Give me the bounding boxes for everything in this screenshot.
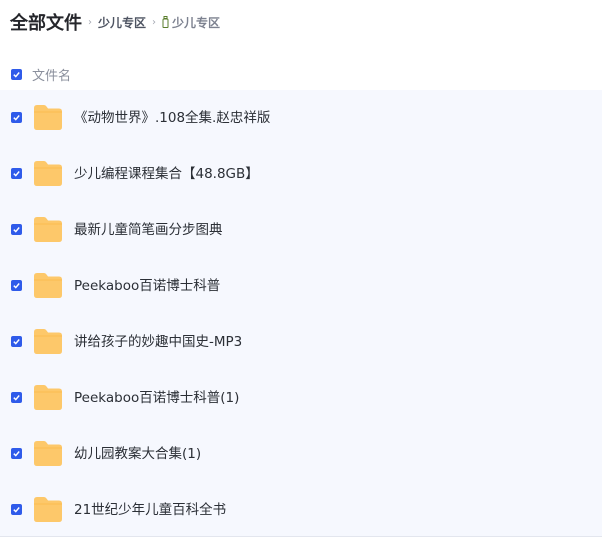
list-item[interactable]: 少儿编程课程集合【48.8GB】 [0,146,602,202]
folder-icon [34,329,62,354]
checkmark-icon [13,339,20,345]
file-name[interactable]: 《动物世界》.108全集.赵忠祥版 [74,90,270,146]
list-item[interactable]: Peekaboo百诺博士科普(1) [0,370,602,426]
row-checkbox[interactable] [11,504,22,515]
row-checkbox[interactable] [11,168,22,179]
list-item[interactable]: 21世纪少年儿童百科全书 [0,482,602,538]
checkmark-icon [13,507,20,513]
row-checkbox[interactable] [11,112,22,123]
file-name[interactable]: 21世纪少年儿童百科全书 [74,482,226,538]
file-name[interactable]: Peekaboo百诺博士科普(1) [74,370,239,426]
checkmark-icon [13,283,20,289]
folder-icon [34,385,62,410]
row-checkbox[interactable] [11,224,22,235]
breadcrumb-current-label: 少儿专区 [172,15,221,30]
checkmark-icon [13,395,20,401]
file-list: 《动物世界》.108全集.赵忠祥版 少儿编程课程集合【48.8GB】 最新儿童简… [0,90,602,537]
checkmark-icon [13,115,20,121]
breadcrumb-root-all-files[interactable]: 全部文件 [10,9,82,35]
file-name[interactable]: 最新儿童简笔画分步图典 [74,202,223,258]
checkmark-icon [13,71,20,78]
breadcrumb-parent[interactable]: 少儿专区 [98,14,146,31]
folder-icon [34,105,62,130]
folder-icon [34,273,62,298]
breadcrumb: 全部文件 › 少儿专区 › 少儿专区 [10,0,220,44]
row-checkbox[interactable] [11,392,22,403]
row-checkbox[interactable] [11,336,22,347]
row-checkbox[interactable] [11,448,22,459]
list-item[interactable]: 《动物世界》.108全集.赵忠祥版 [0,90,602,146]
folder-icon [34,441,62,466]
list-item[interactable]: 讲给孩子的妙趣中国史-MP3 [0,314,602,370]
list-header: 文件名 [0,60,602,88]
folder-icon [34,217,62,242]
checkmark-icon [13,171,20,177]
column-header-filename[interactable]: 文件名 [32,65,71,84]
folder-icon [34,497,62,522]
breadcrumb-separator-icon: › [152,16,157,28]
file-name[interactable]: Peekaboo百诺博士科普 [74,258,220,314]
folder-icon [34,161,62,186]
breadcrumb-current: 少儿专区 [162,14,220,31]
file-name[interactable]: 少儿编程课程集合【48.8GB】 [74,146,259,202]
checkmark-icon [13,451,20,457]
list-item[interactable]: 最新儿童简笔画分步图典 [0,202,602,258]
bottle-icon [162,16,169,28]
checkmark-icon [13,227,20,233]
file-browser: 全部文件 › 少儿专区 › 少儿专区 文件名 《动物世界》.108全集.赵忠祥版… [0,0,602,556]
file-name[interactable]: 讲给孩子的妙趣中国史-MP3 [74,314,242,370]
list-item[interactable]: Peekaboo百诺博士科普 [0,258,602,314]
file-name[interactable]: 幼儿园教案大合集(1) [74,426,201,482]
breadcrumb-separator-icon: › [88,16,92,28]
select-all-checkbox[interactable] [11,68,22,80]
row-checkbox[interactable] [11,280,22,291]
list-item[interactable]: 幼儿园教案大合集(1) [0,426,602,482]
